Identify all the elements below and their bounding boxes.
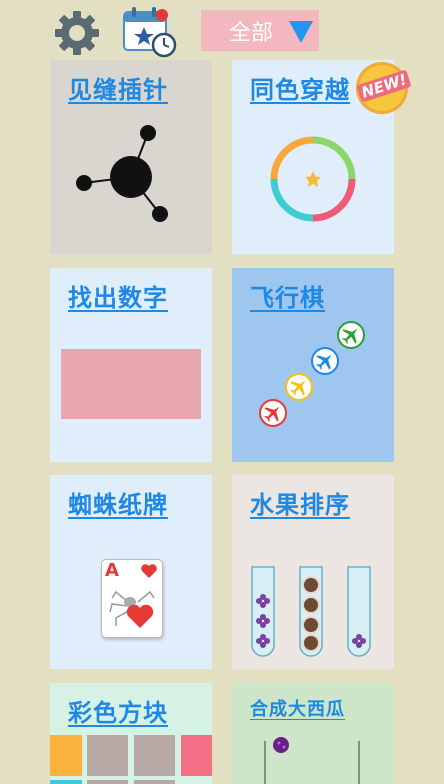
game-card-aeroplane-chess[interactable]: 飞行棋 [232,268,394,462]
block-pink [181,735,212,776]
game-card-spider-solitaire[interactable]: 蜘蛛纸牌 A [50,475,212,669]
game-card-color-switch[interactable]: 同色穿越 NEW! [232,60,412,254]
card-rank: A [105,560,119,581]
game-title: 同色穿越 [250,76,350,104]
game-title: 水果排序 [250,491,350,519]
game-title: 蜘蛛纸牌 [68,491,168,519]
game-title: 见缝插针 [68,76,168,104]
game-title: 飞行棋 [250,284,325,312]
fruit-tubes-icon [251,566,371,657]
game-card-merge-watermelon[interactable]: 合成大西瓜 [232,683,394,784]
game-card-find-number[interactable]: 找出数字 [50,268,212,462]
spider-card-icon: A [101,559,163,638]
new-badge-label: NEW! [356,69,412,103]
block-orange [50,735,82,776]
block-gray [134,780,175,784]
new-badge: NEW! [356,62,412,114]
game-card-pin-insert[interactable]: 见缝插针 [50,60,212,254]
daily-calendar-button[interactable] [122,6,178,58]
game-title: 找出数字 [68,284,168,312]
game-title: 彩色方块 [68,699,168,727]
game-title: 合成大西瓜 [250,699,345,720]
pink-rectangle-icon [61,349,201,419]
pin-ball-icon [76,125,168,222]
category-filter-dropdown[interactable]: 全部 [201,10,319,51]
settings-button[interactable] [52,8,102,58]
spider-icon [109,590,155,628]
airplane-pieces-icon [259,321,365,427]
game-card-fruit-sort[interactable]: 水果排序 [232,475,394,669]
block-gray [134,735,175,776]
triangle-down-icon [289,21,313,43]
block-teal [50,780,82,784]
game-card-color-blocks[interactable]: 彩色方块 [50,683,212,784]
gear-icon [55,11,99,55]
block-gray [87,735,128,776]
filter-label: 全部 [229,20,274,46]
heart-icon [141,564,157,578]
calendar-clock-icon [123,7,177,58]
color-blocks-icon [50,735,212,784]
block-gray [87,780,128,784]
color-ring-icon [270,136,356,222]
watermelon-icon [264,737,360,784]
